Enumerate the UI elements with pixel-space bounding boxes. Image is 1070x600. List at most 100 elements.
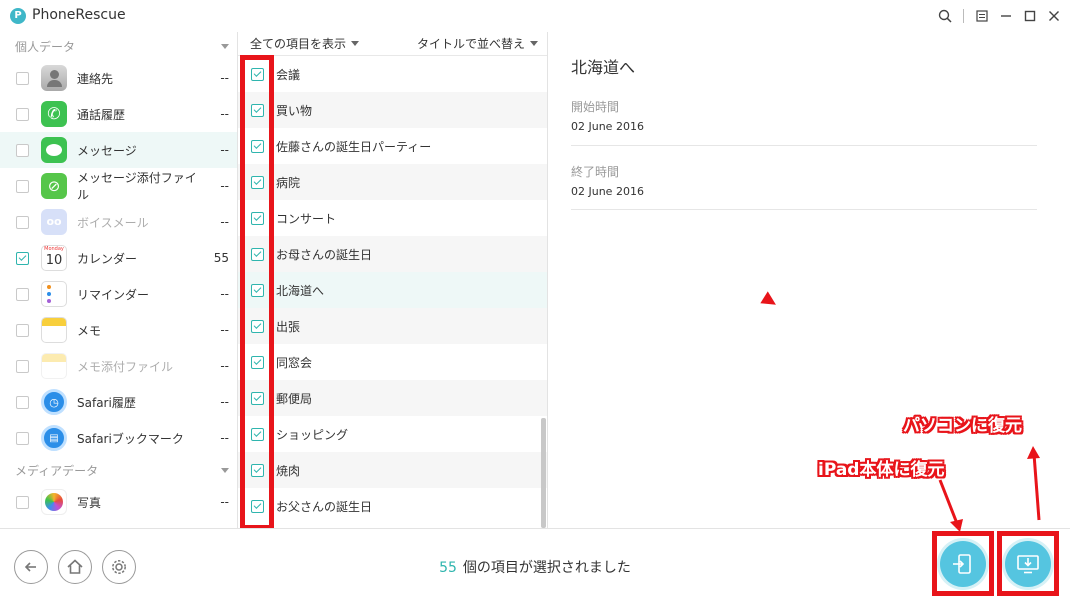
- category-checkbox[interactable]: [16, 107, 29, 121]
- sidebar-item-count: --: [220, 323, 229, 337]
- sidebar-item[interactable]: ⊘ メッセージ添付ファイル --: [0, 168, 237, 204]
- restore-to-device-button[interactable]: [932, 531, 994, 596]
- start-time-label: 開始時間: [571, 100, 620, 114]
- bottom-bar: 55 個の項目が選択されました: [0, 528, 1070, 600]
- event-title: 北海道へ: [571, 58, 636, 77]
- list-item[interactable]: 北海道へ: [238, 272, 547, 308]
- sidebar-item[interactable]: ◷ Safari履歴 --: [0, 384, 237, 420]
- section-header-media[interactable]: メディアデータ: [0, 456, 237, 484]
- category-checkbox[interactable]: [16, 71, 29, 85]
- phone-icon: ✆: [41, 101, 67, 127]
- sidebar-item-count: --: [220, 143, 229, 157]
- list-item-title: お母さんの誕生日: [276, 247, 373, 262]
- reminders-icon: [41, 281, 67, 307]
- list-item[interactable]: コンサート: [238, 200, 547, 236]
- title-bar: P PhoneRescue: [0, 0, 1070, 32]
- divider: [571, 209, 1037, 210]
- sidebar-item-label: メッセージ添付ファイル: [77, 171, 197, 202]
- annotation-restore-pc: パソコンに復元: [903, 416, 1022, 436]
- list-item[interactable]: 出張: [238, 308, 547, 344]
- chevron-down-icon: [351, 41, 360, 46]
- list-item[interactable]: お父さんの誕生日: [238, 488, 547, 524]
- filter-dropdown[interactable]: 全ての項目を表示: [250, 35, 360, 52]
- list-item-title: 焼肉: [276, 463, 301, 478]
- sidebar-item-count: --: [220, 395, 229, 409]
- detail-pane: 北海道へ 開始時間 02 June 2016 終了時間 02 June 2016: [548, 32, 1070, 528]
- list-item[interactable]: 佐藤さんの誕生日パーティー: [238, 128, 547, 164]
- sidebar-item[interactable]: oo ボイスメール --: [0, 204, 237, 240]
- list-item-title: 北海道へ: [276, 283, 325, 298]
- sidebar-item-count: --: [220, 431, 229, 445]
- list-item-title: 買い物: [276, 103, 313, 118]
- sidebar-item-label: 連絡先: [77, 71, 114, 86]
- sidebar-item[interactable]: 連絡先 --: [0, 60, 237, 96]
- category-checkbox[interactable]: [16, 495, 29, 509]
- list-item[interactable]: 焼肉: [238, 452, 547, 488]
- list-item[interactable]: 病院: [238, 164, 547, 200]
- app-title: PhoneRescue: [32, 7, 126, 23]
- list-item-title: 佐藤さんの誕生日パーティー: [276, 139, 432, 154]
- divider: [571, 145, 1037, 146]
- sidebar-item-count: --: [220, 287, 229, 301]
- category-sidebar: 個人データ 連絡先 -- ✆ 通話履歴 -- メッセージ -- ⊘ メッセージ添付ファイル -- o…: [0, 32, 238, 528]
- selected-text: 個の項目が選択されました: [462, 560, 631, 576]
- end-time-label: 終了時間: [571, 165, 620, 179]
- selection-status: 55 個の項目が選択されました: [0, 557, 1070, 577]
- sidebar-item-label: 写真: [77, 495, 102, 510]
- sidebar-item[interactable]: 写真 --: [0, 484, 237, 520]
- maximize-icon[interactable]: [1022, 6, 1038, 26]
- category-checkbox[interactable]: [16, 431, 29, 445]
- category-checkbox[interactable]: [16, 179, 29, 193]
- category-checkbox[interactable]: [16, 143, 29, 157]
- to-computer-icon: [1017, 554, 1039, 573]
- section-header-personal[interactable]: 個人データ: [0, 32, 237, 60]
- sidebar-item-count: --: [220, 359, 229, 373]
- category-checkbox[interactable]: [16, 287, 29, 301]
- list-item-title: ショッピング: [276, 427, 349, 442]
- close-icon[interactable]: [1046, 6, 1062, 26]
- safari-history-icon: ◷: [41, 389, 67, 415]
- list-item[interactable]: 会議: [238, 56, 547, 92]
- notes-icon: [41, 317, 67, 343]
- sidebar-item[interactable]: ▤ Safariブックマーク --: [0, 420, 237, 456]
- filter-label: 全ての項目を表示: [250, 37, 347, 51]
- category-checkbox[interactable]: [16, 323, 29, 337]
- category-checkbox[interactable]: [16, 215, 29, 229]
- sort-dropdown[interactable]: タイトルで並べ替え: [417, 35, 538, 52]
- restore-to-pc-button[interactable]: [997, 531, 1059, 596]
- sidebar-item[interactable]: ✆ 通話履歴 --: [0, 96, 237, 132]
- search-icon[interactable]: [937, 6, 953, 26]
- list-item-title: 会議: [276, 67, 301, 82]
- list-item-title: コンサート: [276, 211, 337, 226]
- toolbar-divider: [963, 9, 964, 23]
- action-circle: [940, 540, 986, 587]
- messages-icon: [41, 137, 67, 163]
- sidebar-item[interactable]: リマインダー --: [0, 276, 237, 312]
- list-item[interactable]: お母さんの誕生日: [238, 236, 547, 272]
- photos-icon: [41, 489, 67, 515]
- selected-count: 55: [439, 560, 457, 576]
- safari-bookmark-icon: ▤: [41, 425, 67, 451]
- sidebar-item-count: --: [220, 71, 229, 85]
- list-header: 全ての項目を表示 タイトルで並べ替え: [238, 32, 547, 56]
- list-item[interactable]: 同窓会: [238, 344, 547, 380]
- sidebar-item[interactable]: メモ --: [0, 312, 237, 348]
- sidebar-item[interactable]: メモ添付ファイル --: [0, 348, 237, 384]
- scrollbar[interactable]: [541, 418, 546, 528]
- menu-icon[interactable]: [974, 6, 990, 26]
- minimize-icon[interactable]: [998, 6, 1014, 26]
- checkbox-highlight-box: [240, 55, 274, 530]
- item-rows: 会議買い物佐藤さんの誕生日パーティー病院コンサートお母さんの誕生日 北海道へ出張同…: [238, 56, 547, 524]
- list-item[interactable]: ショッピング: [238, 416, 547, 452]
- category-checkbox[interactable]: [16, 251, 29, 265]
- sidebar-item[interactable]: Monday 10 カレンダー 55: [0, 240, 237, 276]
- category-checkbox[interactable]: [16, 359, 29, 373]
- calendar-icon: Monday 10: [41, 245, 67, 271]
- sidebar-item-count: --: [220, 179, 229, 193]
- contacts-icon: [41, 65, 67, 91]
- notes-attachment-icon: [41, 353, 67, 379]
- category-checkbox[interactable]: [16, 395, 29, 409]
- list-item[interactable]: 買い物: [238, 92, 547, 128]
- list-item[interactable]: 郵便局: [238, 380, 547, 416]
- sidebar-item[interactable]: メッセージ --: [0, 132, 237, 168]
